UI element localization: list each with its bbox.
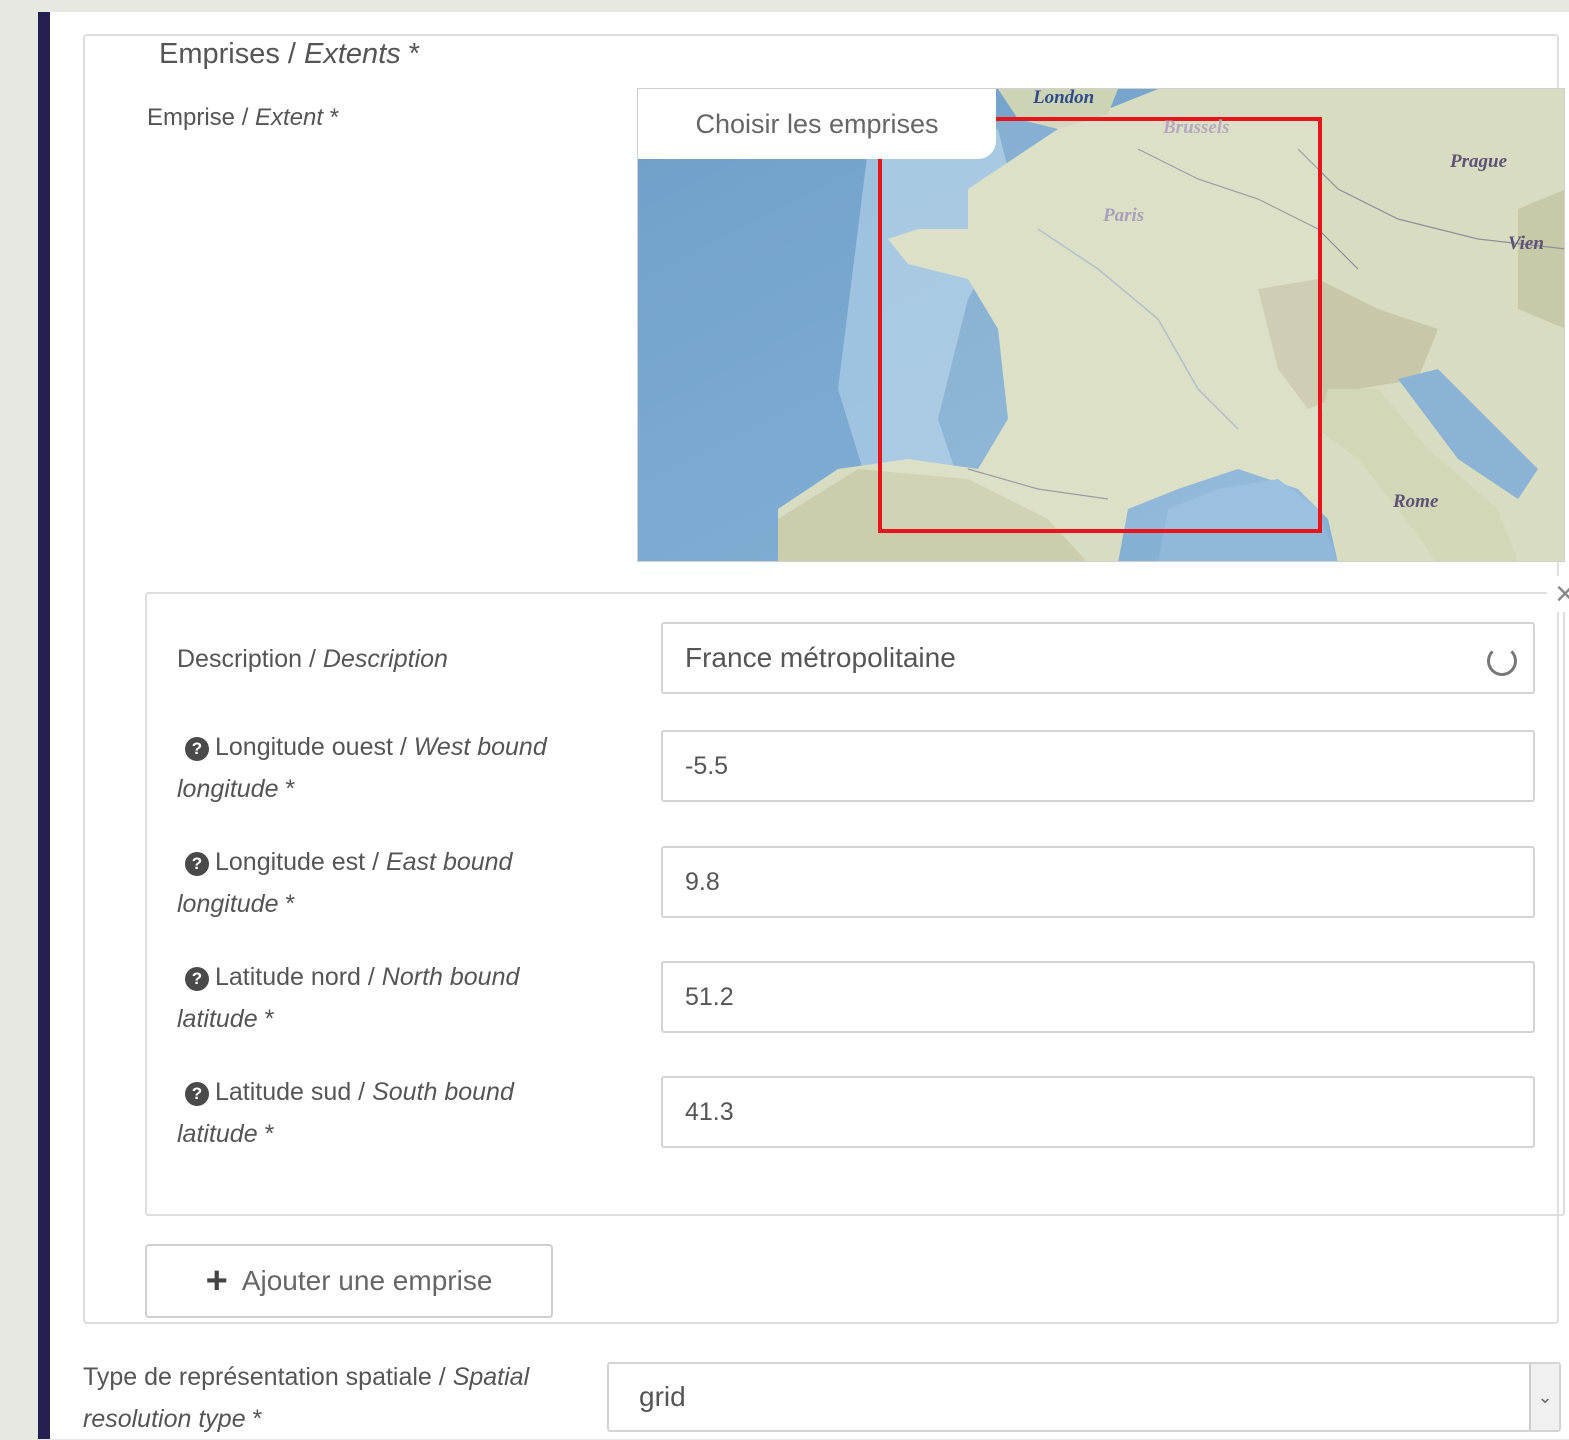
south-bound-input[interactable]: 41.3 — [661, 1076, 1535, 1148]
north-bound-label: ? Latitude nord / North bound latitude * — [177, 963, 520, 1033]
sidebar-accent-bar — [38, 12, 50, 1439]
spatial-resolution-type-select[interactable]: grid ⌄ — [607, 1362, 1561, 1432]
north-bound-input[interactable]: 51.2 — [661, 961, 1535, 1033]
help-icon[interactable]: ? — [185, 1082, 209, 1106]
east-bound-input[interactable]: 9.8 — [661, 846, 1535, 918]
extent-label: Emprise / Extent * — [147, 104, 340, 131]
close-icon[interactable]: × — [1547, 576, 1569, 612]
city-label-paris: Paris — [1102, 205, 1144, 226]
help-icon[interactable]: ? — [185, 967, 209, 991]
west-bound-label: ? Longitude ouest / West bound longitude … — [177, 733, 547, 803]
extents-fieldset: Emprises / Extents * Emprise / Extent * — [83, 34, 1569, 1324]
choose-extents-button[interactable]: Choisir les emprises — [638, 89, 996, 159]
extent-selection-rectangle[interactable] — [878, 117, 1322, 533]
form-panel: Emprises / Extents * Emprise / Extent * — [50, 12, 1569, 1439]
chevron-down-icon[interactable]: ⌄ — [1529, 1364, 1559, 1430]
description-input[interactable]: France métropolitaine — [661, 622, 1535, 694]
city-label-london: London — [1032, 89, 1094, 108]
city-label-prague: Prague — [1449, 151, 1508, 172]
west-bound-input[interactable]: -5.5 — [661, 730, 1535, 802]
help-icon[interactable]: ? — [185, 737, 209, 761]
plus-icon: + — [205, 1260, 228, 1302]
add-extent-button[interactable]: + Ajouter une emprise — [145, 1244, 553, 1318]
spatial-resolution-type-label: Type de représentation spatiale / Spatia… — [83, 1363, 530, 1433]
city-label-brussels: Brussels — [1162, 117, 1230, 138]
city-label-vienna: Vien — [1508, 233, 1544, 254]
extents-legend: Emprises / Extents * — [149, 38, 431, 71]
loading-spinner-icon — [1487, 646, 1517, 676]
east-bound-label: ? Longitude est / East bound longitude * — [177, 848, 513, 918]
south-bound-label: ? Latitude sud / South bound latitude * — [177, 1078, 514, 1148]
description-label: Description / Description — [177, 645, 448, 673]
city-label-rome: Rome — [1392, 491, 1439, 512]
help-icon[interactable]: ? — [185, 852, 209, 876]
map-canvas[interactable]: London Brussels Paris Prague Vien Rome — [638, 89, 1565, 562]
extent-map[interactable]: London Brussels Paris Prague Vien Rome C… — [637, 88, 1565, 562]
